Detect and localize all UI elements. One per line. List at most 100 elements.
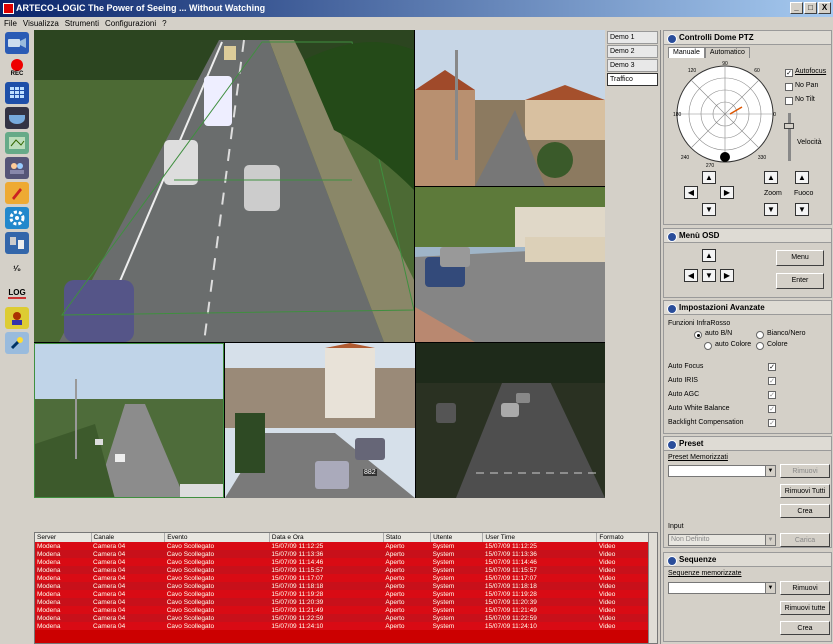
column-header[interactable]: Server	[35, 533, 92, 542]
dial-label: 120	[688, 68, 697, 74]
preset-item[interactable]: Demo 2	[607, 45, 658, 58]
camera-view-5[interactable]: 882	[225, 343, 415, 498]
auto-iris-checkbox[interactable]: ✓	[768, 377, 776, 385]
menu-help[interactable]: ?	[162, 17, 166, 30]
tab-manuale[interactable]: Manuale	[668, 47, 705, 58]
camera-icon[interactable]	[5, 32, 29, 54]
ir-auto-colore-label: auto Colore	[715, 341, 752, 348]
osd-enter-button[interactable]: Enter	[776, 273, 824, 289]
preset-item[interactable]: Demo 1	[607, 31, 658, 44]
zoom-in-button[interactable]: ▲	[764, 171, 778, 184]
pan-tilt-dial[interactable]: 90 60 0 330 270 240 180 120	[670, 59, 780, 169]
preset-item-selected[interactable]: Traffico	[607, 73, 658, 86]
window-title: ARTECO-LOGIC The Power of Seeing ... Wit…	[16, 3, 266, 13]
table-row[interactable]: Modena Camera 04 Cavo Scollegato 15/07/09 1…	[35, 606, 657, 614]
auto-focus-checkbox[interactable]: ✓	[768, 363, 776, 371]
alarm-user-icon[interactable]	[5, 307, 29, 329]
ir-auto-bn-radio[interactable]	[694, 331, 702, 339]
pan-right-button[interactable]: ▶	[720, 186, 734, 199]
menu-configurazioni[interactable]: Configurazioni	[105, 17, 156, 30]
tilt-down-button[interactable]: ▼	[702, 203, 716, 216]
column-header[interactable]: User Time	[482, 533, 598, 542]
table-cell: Modena	[37, 558, 61, 566]
table-row[interactable]: Modena Camera 04 Cavo Scollegato 15/07/09 1…	[35, 542, 657, 550]
table-row[interactable]: Modena Camera 04 Cavo Scollegato 15/07/09 1…	[35, 550, 657, 558]
auto-agc-checkbox[interactable]: ✓	[768, 391, 776, 399]
table-cell: Modena	[37, 574, 61, 582]
map-icon[interactable]	[5, 132, 29, 154]
osd-down-button[interactable]: ▼	[702, 269, 716, 282]
osd-right-button[interactable]: ▶	[720, 269, 734, 282]
camera-view-main[interactable]	[34, 30, 414, 342]
table-row[interactable]: Modena Camera 04 Cavo Scollegato 15/07/09 1…	[35, 598, 657, 606]
create-preset-button[interactable]: Crea	[780, 504, 830, 518]
network-icon[interactable]	[5, 232, 29, 254]
focus-near-button[interactable]: ▲	[795, 171, 809, 184]
input-select[interactable]: Non Definito ▼	[668, 534, 776, 546]
table-row[interactable]: Modena Camera 04 Cavo Scollegato 15/07/09 1…	[35, 582, 657, 590]
tab-automatico[interactable]: Automatico	[704, 47, 750, 58]
table-row[interactable]: Modena Camera 04 Cavo Scollegato 15/07/09 1…	[35, 574, 657, 582]
io-toggle-icon[interactable]: ¹⁄₀	[5, 257, 29, 279]
users-icon[interactable]	[5, 157, 29, 179]
maximize-button[interactable]: □	[804, 2, 817, 14]
grid-layout-icon[interactable]	[5, 82, 29, 104]
ir-colore-radio[interactable]	[756, 342, 764, 350]
stored-presets-select[interactable]: ▼	[668, 465, 776, 477]
preset-item[interactable]: Demo 3	[607, 59, 658, 72]
column-header[interactable]: Canale	[91, 533, 166, 542]
column-header[interactable]: Utente	[430, 533, 484, 542]
camera-view-6[interactable]	[416, 343, 605, 498]
dome-camera-icon[interactable]	[5, 107, 29, 129]
osd-menu-button[interactable]: Menu	[776, 250, 824, 266]
zoom-out-button[interactable]: ▼	[764, 203, 778, 216]
table-row[interactable]: Modena Camera 04 Cavo Scollegato 15/07/09 1…	[35, 566, 657, 574]
camera-view-4[interactable]	[34, 343, 224, 498]
table-cell: Camera 04	[93, 622, 126, 630]
no-tilt-checkbox[interactable]	[785, 97, 793, 105]
camera-view-3[interactable]	[415, 187, 605, 342]
ir-auto-colore-radio[interactable]	[704, 342, 712, 350]
tilt-up-button[interactable]: ▲	[702, 171, 716, 184]
stored-sequences-select[interactable]: ▼	[668, 582, 776, 594]
remove-preset-button[interactable]: Rimuovi	[780, 464, 830, 478]
auto-white-balance-checkbox[interactable]: ✓	[768, 405, 776, 413]
autofocus-checkbox[interactable]: ✓	[785, 69, 793, 77]
edit-icon[interactable]	[5, 182, 29, 204]
speed-slider-thumb[interactable]	[784, 123, 794, 129]
record-button[interactable]: REC	[5, 57, 29, 79]
speed-slider-track[interactable]	[788, 113, 791, 161]
osd-left-button[interactable]: ◀	[684, 269, 698, 282]
remove-all-sequences-button[interactable]: Rimuovi tutte	[780, 601, 830, 615]
table-row[interactable]: Modena Camera 04 Cavo Scollegato 15/07/09 1…	[35, 614, 657, 622]
minimize-button[interactable]: _	[790, 2, 803, 14]
menu-visualizza[interactable]: Visualizza	[23, 17, 59, 30]
menu-strumenti[interactable]: Strumenti	[65, 17, 99, 30]
ir-bianconero-radio[interactable]	[756, 331, 764, 339]
create-sequence-button[interactable]: Crea	[780, 621, 830, 635]
focus-far-button[interactable]: ▼	[795, 203, 809, 216]
close-button[interactable]: X	[818, 2, 831, 14]
tools-icon[interactable]	[5, 332, 29, 354]
table-row[interactable]: Modena Camera 04 Cavo Scollegato 15/07/09 1…	[35, 590, 657, 598]
event-log-scrollbar[interactable]	[648, 533, 657, 643]
column-header[interactable]: Data e Ora	[269, 533, 384, 542]
no-pan-checkbox[interactable]	[785, 83, 793, 91]
log-button[interactable]: LOG	[5, 282, 29, 304]
table-row[interactable]: Modena Camera 04 Cavo Scollegato 15/07/09 1…	[35, 558, 657, 566]
column-header[interactable]: Stato	[383, 533, 432, 542]
remove-sequence-button[interactable]: Rimuovi	[780, 581, 830, 595]
menu-file[interactable]: File	[4, 17, 17, 30]
pan-left-button[interactable]: ◀	[684, 186, 698, 199]
column-header[interactable]: Evento	[164, 533, 270, 542]
camera-view-2[interactable]	[415, 30, 605, 186]
table-row[interactable]: Modena Camera 04 Cavo Scollegato 15/07/09 1…	[35, 622, 657, 630]
settings-gear-icon[interactable]	[5, 207, 29, 229]
load-input-button[interactable]: Carica	[780, 533, 830, 547]
osd-up-button[interactable]: ▲	[702, 249, 716, 262]
dial-label: 270	[706, 163, 715, 169]
remove-all-presets-button[interactable]: Rimuovi Tutti	[780, 484, 830, 498]
backlight-compensation-checkbox[interactable]: ✓	[768, 419, 776, 427]
table-cell: Cavo Scollegato	[166, 566, 215, 574]
event-table-header: Server Canale Evento Data e Ora Stato Utente U…	[35, 533, 657, 542]
